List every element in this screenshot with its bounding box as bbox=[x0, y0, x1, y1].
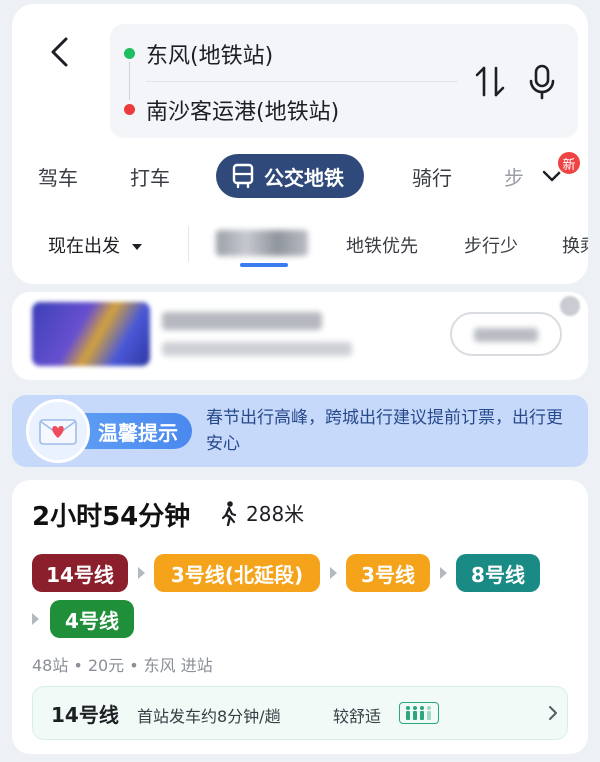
pref-subway-first[interactable]: 地铁优先 bbox=[346, 232, 418, 258]
departure-line: 14号线 bbox=[51, 703, 119, 727]
origin-field[interactable]: 东风(地铁站) bbox=[146, 38, 273, 70]
ad-close-icon[interactable] bbox=[560, 296, 580, 316]
tip-banner[interactable]: 温馨提示 春节出行高峰，跨城出行建议提前订票，出行更安心 bbox=[12, 395, 588, 467]
envelope-heart-icon bbox=[26, 399, 90, 463]
route-result-card[interactable]: 2小时54分钟 288米 14号线 3号线(北延段) 3号线 8号线 4号线 4… bbox=[12, 480, 588, 754]
trip-meta: 48站 • 20元 • 东风 进站 bbox=[32, 652, 213, 676]
tip-label: 温馨提示 bbox=[82, 413, 192, 449]
route-search-card: 东风(地铁站) 南沙客运港(地铁站) 驾车 打车 公交地铁 骑行 步 新 现在出… bbox=[12, 4, 588, 284]
microphone-icon bbox=[529, 64, 555, 100]
crowd-level-icon bbox=[399, 702, 439, 724]
depart-time-selector[interactable]: 现在出发 bbox=[48, 232, 144, 258]
walk-distance-value: 288米 bbox=[246, 502, 305, 526]
line-pill: 8号线 bbox=[456, 554, 540, 592]
tab-walk[interactable]: 步 bbox=[504, 162, 524, 191]
line-pill: 3号线 bbox=[346, 554, 430, 592]
ad-subtitle-redacted bbox=[162, 342, 352, 356]
ad-action-redacted bbox=[474, 328, 538, 342]
travel-mode-tabs: 驾车 打车 公交地铁 骑行 步 新 bbox=[12, 150, 588, 200]
active-pref-indicator bbox=[240, 263, 288, 267]
departure-info-row[interactable]: 14号线 首站发车约8分钟/趟 较舒适 bbox=[32, 686, 568, 740]
caret-down-icon bbox=[131, 244, 142, 250]
comfort-level: 较舒适 bbox=[333, 707, 382, 726]
chevron-right-icon[interactable] bbox=[543, 703, 563, 723]
destination-field[interactable]: 南沙客运港(地铁站) bbox=[146, 94, 339, 126]
depart-time-label: 现在出发 bbox=[48, 236, 120, 257]
departure-frequency: 首站发车约8分钟/趟 bbox=[137, 707, 281, 726]
redacted-pref-tab[interactable] bbox=[216, 230, 308, 256]
bus-icon bbox=[232, 163, 254, 189]
line-arrow bbox=[138, 567, 145, 579]
tab-drive[interactable]: 驾车 bbox=[38, 162, 78, 191]
tip-message: 春节出行高峰，跨城出行建议提前订票，出行更安心 bbox=[206, 408, 563, 454]
destination-dot bbox=[124, 104, 135, 115]
ad-image bbox=[32, 302, 150, 366]
walking-person-icon bbox=[221, 500, 237, 526]
new-badge: 新 bbox=[556, 150, 582, 176]
swap-icon bbox=[475, 66, 505, 97]
meta-dot: • bbox=[73, 656, 83, 675]
origin-dot bbox=[124, 48, 135, 59]
ad-title-redacted bbox=[162, 312, 322, 330]
route-divider bbox=[146, 81, 458, 82]
fare: 20元 bbox=[87, 656, 125, 675]
tab-transit[interactable]: 公交地铁 bbox=[216, 154, 364, 198]
pref-divider bbox=[188, 226, 189, 262]
pref-less-walk[interactable]: 步行少 bbox=[464, 232, 518, 258]
entry-station: 东风 进站 bbox=[143, 656, 213, 675]
ad-banner[interactable] bbox=[12, 292, 588, 380]
back-button[interactable] bbox=[40, 32, 80, 72]
route-preference-row: 现在出发 地铁优先 步行少 换乘 bbox=[12, 222, 588, 272]
route-input-box: 东风(地铁站) 南沙客运港(地铁站) bbox=[110, 24, 578, 138]
back-arrow-icon bbox=[51, 37, 68, 67]
walk-distance: 288米 bbox=[218, 498, 304, 527]
line-pill: 3号线(北延段) bbox=[154, 554, 320, 592]
line-arrow bbox=[440, 567, 447, 579]
station-count: 48站 bbox=[32, 656, 69, 675]
tab-transit-label: 公交地铁 bbox=[264, 165, 344, 190]
line-arrow bbox=[330, 567, 337, 579]
line-arrow bbox=[32, 613, 39, 625]
route-connector bbox=[129, 62, 130, 100]
meta-dot: • bbox=[129, 656, 139, 675]
line-pill: 14号线 bbox=[32, 554, 128, 592]
line-pill: 4号线 bbox=[50, 600, 134, 638]
tab-taxi[interactable]: 打车 bbox=[130, 162, 170, 191]
tab-ride[interactable]: 骑行 bbox=[412, 162, 452, 191]
pref-transfer[interactable]: 换乘 bbox=[562, 232, 588, 258]
swap-button[interactable] bbox=[470, 62, 510, 102]
trip-duration: 2小时54分钟 bbox=[32, 502, 191, 532]
voice-input-button[interactable] bbox=[522, 62, 562, 102]
